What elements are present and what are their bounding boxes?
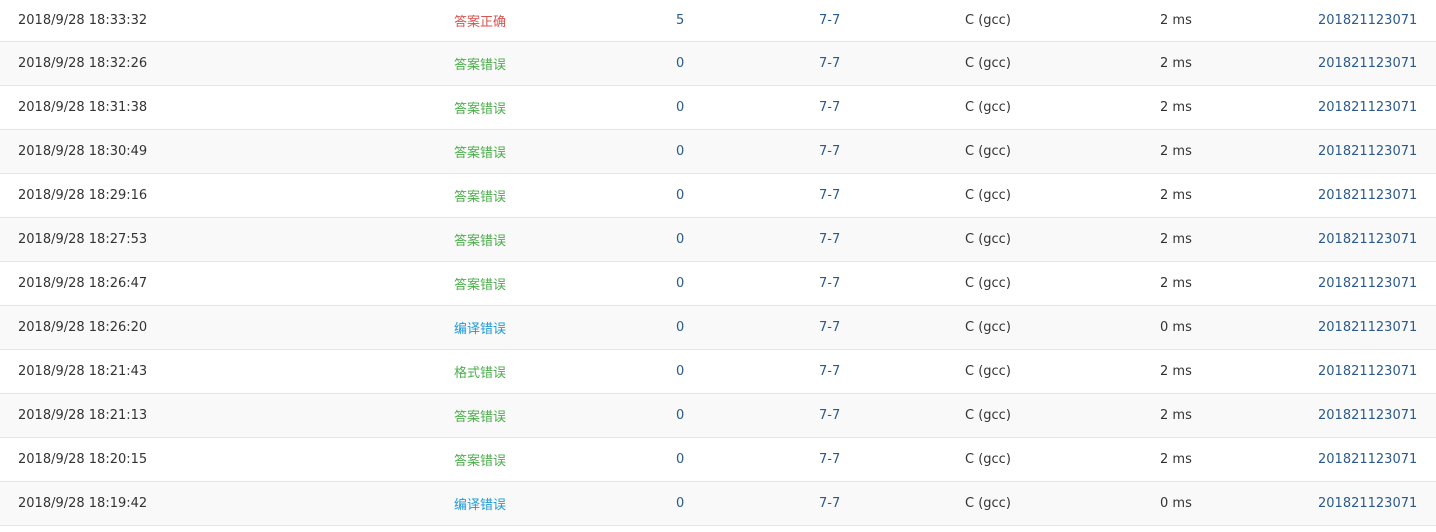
submit-time: 2018/9/28 18:20:15 bbox=[18, 452, 148, 467]
compiler: C (gcc) bbox=[965, 408, 1011, 423]
score-link[interactable]: 0 bbox=[676, 262, 684, 305]
compiler: C (gcc) bbox=[965, 13, 1011, 28]
problem-link[interactable]: 7-7 bbox=[819, 350, 840, 393]
table-row: 2018/9/28 18:26:47 答案错误 0 7-7 C (gcc) 2 ms 201… bbox=[0, 262, 1436, 306]
score-link[interactable]: 0 bbox=[676, 394, 684, 437]
status-link[interactable]: 答案错误 bbox=[454, 174, 506, 217]
duration: 2 ms bbox=[1160, 408, 1192, 423]
table-row: 2018/9/28 18:32:26 答案错误 0 7-7 C (gcc) 2 ms 201… bbox=[0, 42, 1436, 86]
problem-link[interactable]: 7-7 bbox=[819, 0, 840, 41]
submit-time: 2018/9/28 18:21:13 bbox=[18, 408, 148, 423]
problem-link[interactable]: 7-7 bbox=[819, 174, 840, 217]
submit-time: 2018/9/28 18:33:32 bbox=[18, 13, 148, 28]
problem-link[interactable]: 7-7 bbox=[819, 130, 840, 173]
compiler: C (gcc) bbox=[965, 320, 1011, 335]
duration: 2 ms bbox=[1160, 13, 1192, 28]
submit-time: 2018/9/28 18:21:43 bbox=[18, 364, 148, 379]
status-link[interactable]: 答案错误 bbox=[454, 394, 506, 437]
compiler: C (gcc) bbox=[965, 100, 1011, 115]
duration: 0 ms bbox=[1160, 320, 1192, 335]
status-link[interactable]: 答案错误 bbox=[454, 42, 506, 85]
table-row: 2018/9/28 18:26:20 编译错误 0 7-7 C (gcc) 0 ms 201… bbox=[0, 306, 1436, 350]
status-link[interactable]: 答案错误 bbox=[454, 130, 506, 173]
problem-link[interactable]: 7-7 bbox=[819, 262, 840, 305]
table-row: 2018/9/28 18:20:15 答案错误 0 7-7 C (gcc) 2 ms 201… bbox=[0, 438, 1436, 482]
table-row: 2018/9/28 18:19:42 编译错误 0 7-7 C (gcc) 0 ms 201… bbox=[0, 482, 1436, 526]
user-link[interactable]: 201821123071 bbox=[1318, 262, 1417, 305]
problem-link[interactable]: 7-7 bbox=[819, 438, 840, 481]
user-link[interactable]: 201821123071 bbox=[1318, 0, 1417, 41]
duration: 2 ms bbox=[1160, 188, 1192, 203]
compiler: C (gcc) bbox=[965, 276, 1011, 291]
submit-time: 2018/9/28 18:19:42 bbox=[18, 496, 148, 511]
submit-time: 2018/9/28 18:32:26 bbox=[18, 56, 148, 71]
table-row: 2018/9/28 18:33:32 答案正确 5 7-7 C (gcc) 2 ms 201… bbox=[0, 0, 1436, 42]
duration: 2 ms bbox=[1160, 144, 1192, 159]
status-link[interactable]: 答案错误 bbox=[454, 218, 506, 261]
status-link[interactable]: 格式错误 bbox=[454, 350, 506, 393]
user-link[interactable]: 201821123071 bbox=[1318, 482, 1417, 525]
compiler: C (gcc) bbox=[965, 144, 1011, 159]
duration: 0 ms bbox=[1160, 496, 1192, 511]
score-link[interactable]: 0 bbox=[676, 438, 684, 481]
problem-link[interactable]: 7-7 bbox=[819, 482, 840, 525]
status-link[interactable]: 答案错误 bbox=[454, 86, 506, 129]
submit-time: 2018/9/28 18:27:53 bbox=[18, 232, 148, 247]
user-link[interactable]: 201821123071 bbox=[1318, 350, 1417, 393]
table-row: 2018/9/28 18:30:49 答案错误 0 7-7 C (gcc) 2 ms 201… bbox=[0, 130, 1436, 174]
status-link[interactable]: 答案正确 bbox=[454, 0, 506, 41]
status-link[interactable]: 答案错误 bbox=[454, 438, 506, 481]
status-link[interactable]: 编译错误 bbox=[454, 306, 506, 349]
score-link[interactable]: 0 bbox=[676, 482, 684, 525]
submissions-table: 2018/9/28 18:33:32 答案正确 5 7-7 C (gcc) 2 ms 201… bbox=[0, 0, 1436, 526]
user-link[interactable]: 201821123071 bbox=[1318, 438, 1417, 481]
duration: 2 ms bbox=[1160, 100, 1192, 115]
table-row: 2018/9/28 18:29:16 答案错误 0 7-7 C (gcc) 2 ms 201… bbox=[0, 174, 1436, 218]
user-link[interactable]: 201821123071 bbox=[1318, 306, 1417, 349]
status-link[interactable]: 编译错误 bbox=[454, 482, 506, 525]
problem-link[interactable]: 7-7 bbox=[819, 218, 840, 261]
score-link[interactable]: 0 bbox=[676, 174, 684, 217]
score-link[interactable]: 0 bbox=[676, 42, 684, 85]
user-link[interactable]: 201821123071 bbox=[1318, 218, 1417, 261]
score-link[interactable]: 5 bbox=[676, 0, 684, 41]
score-link[interactable]: 0 bbox=[676, 86, 684, 129]
submit-time: 2018/9/28 18:31:38 bbox=[18, 100, 148, 115]
compiler: C (gcc) bbox=[965, 232, 1011, 247]
score-link[interactable]: 0 bbox=[676, 130, 684, 173]
duration: 2 ms bbox=[1160, 452, 1192, 467]
user-link[interactable]: 201821123071 bbox=[1318, 42, 1417, 85]
table-row: 2018/9/28 18:21:13 答案错误 0 7-7 C (gcc) 2 ms 201… bbox=[0, 394, 1436, 438]
submit-time: 2018/9/28 18:26:47 bbox=[18, 276, 148, 291]
table-row: 2018/9/28 18:21:43 格式错误 0 7-7 C (gcc) 2 ms 201… bbox=[0, 350, 1436, 394]
problem-link[interactable]: 7-7 bbox=[819, 394, 840, 437]
problem-link[interactable]: 7-7 bbox=[819, 306, 840, 349]
table-row: 2018/9/28 18:27:53 答案错误 0 7-7 C (gcc) 2 ms 201… bbox=[0, 218, 1436, 262]
submit-time: 2018/9/28 18:29:16 bbox=[18, 188, 148, 203]
user-link[interactable]: 201821123071 bbox=[1318, 394, 1417, 437]
score-link[interactable]: 0 bbox=[676, 350, 684, 393]
score-link[interactable]: 0 bbox=[676, 218, 684, 261]
user-link[interactable]: 201821123071 bbox=[1318, 174, 1417, 217]
user-link[interactable]: 201821123071 bbox=[1318, 86, 1417, 129]
problem-link[interactable]: 7-7 bbox=[819, 86, 840, 129]
compiler: C (gcc) bbox=[965, 452, 1011, 467]
status-link[interactable]: 答案错误 bbox=[454, 262, 506, 305]
duration: 2 ms bbox=[1160, 364, 1192, 379]
score-link[interactable]: 0 bbox=[676, 306, 684, 349]
duration: 2 ms bbox=[1160, 232, 1192, 247]
problem-link[interactable]: 7-7 bbox=[819, 42, 840, 85]
compiler: C (gcc) bbox=[965, 188, 1011, 203]
duration: 2 ms bbox=[1160, 56, 1192, 71]
compiler: C (gcc) bbox=[965, 496, 1011, 511]
submit-time: 2018/9/28 18:26:20 bbox=[18, 320, 148, 335]
user-link[interactable]: 201821123071 bbox=[1318, 130, 1417, 173]
table-row: 2018/9/28 18:31:38 答案错误 0 7-7 C (gcc) 2 ms 201… bbox=[0, 86, 1436, 130]
compiler: C (gcc) bbox=[965, 56, 1011, 71]
submit-time: 2018/9/28 18:30:49 bbox=[18, 144, 148, 159]
compiler: C (gcc) bbox=[965, 364, 1011, 379]
duration: 2 ms bbox=[1160, 276, 1192, 291]
